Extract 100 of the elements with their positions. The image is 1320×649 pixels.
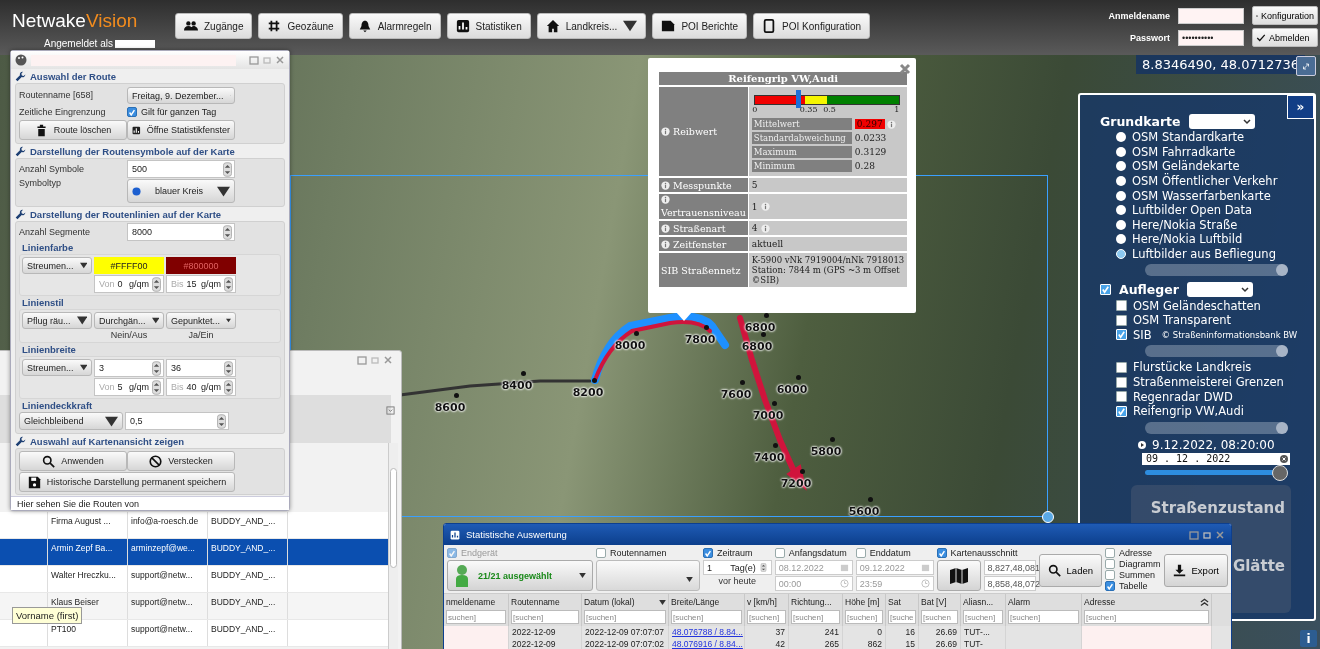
route-point-marker[interactable] <box>830 437 835 442</box>
column-header[interactable]: Routenname <box>511 597 560 607</box>
checkbox[interactable] <box>1105 569 1115 580</box>
period-field[interactable]: 1 Tag(e) <box>703 560 772 575</box>
column-header[interactable]: v [km/h] <box>747 597 777 607</box>
nav-button[interactable]: POI Konfiguration <box>753 13 871 39</box>
opacity-slider[interactable] <box>1145 264 1288 277</box>
spinner-icon[interactable] <box>217 413 226 429</box>
checkbox[interactable] <box>1105 547 1115 558</box>
nav-button[interactable]: Statistiken <box>446 13 531 39</box>
maximize-icon[interactable] <box>1189 529 1199 540</box>
nav-button[interactable]: Alarmregeln <box>348 13 441 39</box>
nav-button[interactable]: POI Berichte <box>652 13 748 39</box>
spinner-icon[interactable] <box>152 360 161 376</box>
search-field[interactable]: [suchen] <box>584 610 666 624</box>
close-icon[interactable] <box>899 63 911 75</box>
range-field[interactable]: Von 5 g/qm <box>94 378 164 396</box>
delete-route-button[interactable]: Route löschen <box>19 120 127 140</box>
route-point-marker[interactable] <box>634 331 639 336</box>
column-header[interactable]: Sat <box>888 597 901 607</box>
info-icon[interactable] <box>661 223 670 233</box>
radio-button[interactable] <box>1116 132 1126 143</box>
time-slider[interactable] <box>1145 464 1288 481</box>
checkbox[interactable] <box>855 548 866 558</box>
range-field[interactable]: Von 0 g/qm <box>94 275 164 293</box>
base-map-select[interactable] <box>1188 114 1255 129</box>
route-point-marker[interactable] <box>592 378 597 383</box>
checkbox[interactable] <box>1116 391 1127 403</box>
column-header[interactable]: nmeldename <box>446 597 496 607</box>
column-header[interactable]: Alarm <box>1008 597 1031 607</box>
route-point-marker[interactable] <box>521 371 526 376</box>
checkbox[interactable] <box>1105 558 1115 569</box>
color-swatch[interactable]: #FFFF00 <box>94 257 164 274</box>
checkbox[interactable] <box>1116 376 1127 388</box>
column-header[interactable]: Höhe [m] <box>845 597 880 607</box>
checkbox[interactable] <box>1116 300 1127 312</box>
user-row[interactable]: PT100 support@netw... BUDDY_AND_... <box>0 620 390 647</box>
route-point-marker[interactable] <box>761 332 766 337</box>
double-chevron-icon[interactable] <box>1200 597 1209 607</box>
radio-button[interactable] <box>1116 219 1126 230</box>
route-point-marker[interactable] <box>773 443 778 448</box>
overlay-select[interactable] <box>1186 282 1253 298</box>
scrollbar[interactable] <box>388 443 398 649</box>
apply-button[interactable]: Anwenden <box>19 451 127 471</box>
column-header[interactable]: Breite/Länge <box>671 597 720 607</box>
info-icon[interactable] <box>760 202 770 211</box>
spinner-icon[interactable] <box>224 276 233 292</box>
search-field[interactable]: [suchen] <box>791 610 840 624</box>
slider-thumb[interactable] <box>1276 264 1288 277</box>
close-icon[interactable] <box>383 355 393 365</box>
opacity-slider[interactable] <box>1145 345 1288 358</box>
radio-button[interactable] <box>1116 249 1126 260</box>
number-field[interactable]: 500 <box>127 160 235 178</box>
search-field[interactable]: [suchen] <box>963 610 1003 624</box>
user-row[interactable]: Armin Zepf Ba... arminzepf@we... BUDDY_AND_... <box>0 539 390 566</box>
save-button[interactable]: Historische Darstellung permanent speichern <box>19 472 235 492</box>
restore-icon[interactable] <box>1202 529 1212 540</box>
route-point-marker[interactable] <box>868 497 873 502</box>
search-field[interactable]: [suchen] <box>1084 610 1209 624</box>
info-icon[interactable] <box>661 180 670 190</box>
info-icon[interactable] <box>661 195 670 204</box>
collapse-button[interactable]: » <box>1287 95 1314 119</box>
date-field[interactable]: 09 . 12 . 2022 <box>1142 452 1290 465</box>
number-field[interactable]: 36 <box>166 359 236 377</box>
radio-button[interactable] <box>1116 146 1126 157</box>
search-field[interactable]: [suche <box>888 610 916 624</box>
range-field[interactable]: Bis 40 g/qm <box>166 378 236 396</box>
column-header[interactable]: Adresse <box>1084 597 1116 607</box>
search-field[interactable]: [suchen] <box>671 610 742 624</box>
style-dropdown[interactable]: Pflug räu... <box>22 312 92 329</box>
column-header[interactable]: Richtung... <box>791 597 832 607</box>
fullscreen-button[interactable] <box>1296 56 1316 76</box>
close-icon[interactable] <box>1215 529 1225 540</box>
spinner-icon[interactable] <box>223 161 232 177</box>
nav-button[interactable]: Geozäune <box>258 13 343 39</box>
route-point-marker[interactable] <box>800 469 805 474</box>
route-point-marker[interactable] <box>740 380 745 385</box>
info-button[interactable]: i <box>1300 630 1317 647</box>
checkbox[interactable] <box>774 548 785 558</box>
opacity-slider[interactable] <box>1145 421 1288 434</box>
search-field[interactable]: [suchen <box>921 610 958 624</box>
search-field[interactable]: [suchen] <box>1008 610 1079 624</box>
open-statistics-button[interactable]: Öffne Statistikfenster <box>127 120 235 140</box>
range-field[interactable]: Bis 15 g/qm <box>166 275 236 293</box>
coordinates-link[interactable]: 48.076916 / 8.84... <box>669 638 745 649</box>
search-field[interactable]: suchen] <box>446 610 506 624</box>
route-point-marker[interactable] <box>764 313 769 318</box>
info-icon[interactable] <box>661 127 670 136</box>
radio-button[interactable] <box>1116 234 1126 245</box>
export-button[interactable]: Export <box>1163 554 1228 587</box>
checkbox[interactable] <box>1105 580 1115 591</box>
search-field[interactable]: [suchen] <box>511 610 579 624</box>
radio-button[interactable] <box>1116 205 1126 216</box>
checkbox[interactable] <box>936 548 947 558</box>
route-dropdown[interactable]: Freitag, 9. Dezember... <box>127 87 235 104</box>
mode-dropdown[interactable]: Streumen... <box>22 257 92 274</box>
checkbox[interactable] <box>596 548 606 558</box>
column-settings-icon[interactable] <box>386 406 395 415</box>
spinner-icon[interactable] <box>223 224 232 240</box>
spinner-icon[interactable] <box>224 379 233 395</box>
